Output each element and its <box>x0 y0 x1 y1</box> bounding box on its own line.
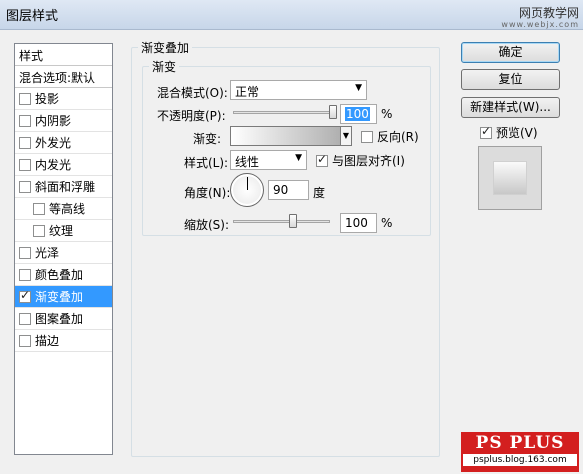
angle-input[interactable]: 90 <box>268 180 309 200</box>
align-with-layer-checkbox[interactable] <box>316 152 328 167</box>
gradient-group-title: 渐变 <box>149 58 180 75</box>
watermark-line1: 网页教学网 <box>518 6 579 20</box>
style-item[interactable]: 纹理 <box>15 220 112 242</box>
style-item-checkbox[interactable] <box>19 180 31 193</box>
style-item-checkbox[interactable] <box>19 312 31 325</box>
style-item[interactable]: 内发光 <box>15 154 112 176</box>
reverse-checkbox[interactable] <box>361 130 373 143</box>
style-item-label: 等高线 <box>49 202 86 216</box>
opacity-slider[interactable] <box>233 111 333 114</box>
logo-sub: psplus.blog.163.com <box>463 454 577 466</box>
style-item-checkbox[interactable] <box>19 288 31 303</box>
opacity-input[interactable]: 100 <box>340 104 377 124</box>
opacity-value: 100 <box>345 107 370 121</box>
style-item-checkbox[interactable] <box>19 114 31 127</box>
style-item-label: 投影 <box>35 92 60 106</box>
style-item-label: 内发光 <box>35 158 72 172</box>
style-item[interactable]: 颜色叠加 <box>15 264 112 286</box>
ok-button[interactable]: 确定 <box>461 42 560 63</box>
style-value: 线性 <box>235 155 260 169</box>
angle-unit: 度 <box>313 186 326 200</box>
opacity-slider-thumb[interactable] <box>329 105 337 119</box>
gradient-label: 渐变: <box>193 132 222 146</box>
blend-mode-select[interactable]: 正常 ▼ <box>230 80 367 100</box>
gradient-overlay-title: 渐变叠加 <box>138 39 193 56</box>
style-item-label: 渐变叠加 <box>35 290 84 304</box>
style-item[interactable]: 投影 <box>15 88 112 110</box>
style-item-checkbox[interactable] <box>19 136 31 149</box>
reverse-label: 反向(R) <box>377 130 419 144</box>
style-item[interactable]: 外发光 <box>15 132 112 154</box>
window-title: 图层样式 <box>6 9 59 24</box>
preview-checkbox[interactable] <box>480 124 492 139</box>
style-item-checkbox[interactable] <box>19 158 31 171</box>
style-item-label: 内阴影 <box>35 114 72 128</box>
angle-dial[interactable] <box>230 173 264 207</box>
opacity-label: 不透明度(P): <box>157 109 226 123</box>
scale-unit: % <box>381 216 393 230</box>
style-item-label: 纹理 <box>49 224 74 238</box>
style-item-checkbox[interactable] <box>19 92 31 105</box>
gradient-swatch[interactable] <box>230 126 341 146</box>
style-item-label: 描边 <box>35 334 60 348</box>
reset-button[interactable]: 复位 <box>461 69 560 90</box>
style-item[interactable]: 内阴影 <box>15 110 112 132</box>
angle-needle <box>247 177 248 190</box>
style-item-label: 斜面和浮雕 <box>35 180 96 194</box>
preview-swatch <box>494 162 526 194</box>
style-item-checkbox[interactable] <box>19 246 31 259</box>
align-with-layer-label: 与图层对齐(I) <box>332 154 405 168</box>
style-item[interactable]: 等高线 <box>15 198 112 220</box>
opacity-unit: % <box>381 107 393 121</box>
style-item-checkbox[interactable] <box>19 268 31 281</box>
preview-thumbnail <box>478 146 542 210</box>
angle-label: 角度(N): <box>184 186 231 200</box>
scale-slider-thumb[interactable] <box>289 214 297 228</box>
style-list-header[interactable]: 样式 <box>15 44 112 66</box>
watermark: 网页教学网 www.webjx.com <box>501 6 579 30</box>
style-item[interactable]: 图案叠加 <box>15 308 112 330</box>
style-item-checkbox[interactable] <box>33 224 45 237</box>
blend-mode-label: 混合模式(O): <box>157 86 228 100</box>
scale-label: 缩放(S): <box>184 218 230 232</box>
blend-mode-value: 正常 <box>235 85 260 99</box>
style-item-label: 颜色叠加 <box>35 268 84 282</box>
reverse-option[interactable]: 反向(R) <box>361 128 419 145</box>
chevron-down-icon: ▼ <box>295 153 302 163</box>
style-item[interactable]: 斜面和浮雕 <box>15 176 112 198</box>
style-label: 样式(L): <box>184 156 229 170</box>
logo-main: PS PLUS <box>475 433 565 453</box>
scale-slider[interactable] <box>233 220 330 223</box>
style-select[interactable]: 线性 ▼ <box>230 150 307 170</box>
style-item[interactable]: 描边 <box>15 330 112 352</box>
title-bar: 图层样式 网页教学网 www.webjx.com <box>0 0 583 30</box>
style-item-label: 光泽 <box>35 246 60 260</box>
scale-value: 100 <box>345 216 368 230</box>
angle-value: 90 <box>273 183 289 197</box>
style-item-label: 图案叠加 <box>35 312 84 326</box>
style-item-checkbox[interactable] <box>33 202 45 215</box>
preview-label: 预览(V) <box>496 126 538 140</box>
gradient-dropdown-icon[interactable]: ▼ <box>340 126 352 146</box>
blend-options-default[interactable]: 混合选项:默认 <box>15 66 112 88</box>
new-style-button[interactable]: 新建样式(W)... <box>461 97 560 118</box>
style-item-label: 外发光 <box>35 136 72 150</box>
psplus-logo: PS PLUS psplus.blog.163.com <box>461 432 579 472</box>
scale-input[interactable]: 100 <box>340 213 377 233</box>
style-item[interactable]: 渐变叠加 <box>15 286 112 308</box>
watermark-line2: www.webjx.com <box>501 20 579 29</box>
chevron-down-icon: ▼ <box>355 83 362 93</box>
style-item-checkbox[interactable] <box>19 334 31 347</box>
style-list: 样式 混合选项:默认 投影内阴影外发光内发光斜面和浮雕等高线纹理光泽颜色叠加渐变… <box>14 43 113 455</box>
align-with-layer-option[interactable]: 与图层对齐(I) <box>316 152 405 169</box>
style-item[interactable]: 光泽 <box>15 242 112 264</box>
preview-option[interactable]: 预览(V) <box>480 124 538 141</box>
